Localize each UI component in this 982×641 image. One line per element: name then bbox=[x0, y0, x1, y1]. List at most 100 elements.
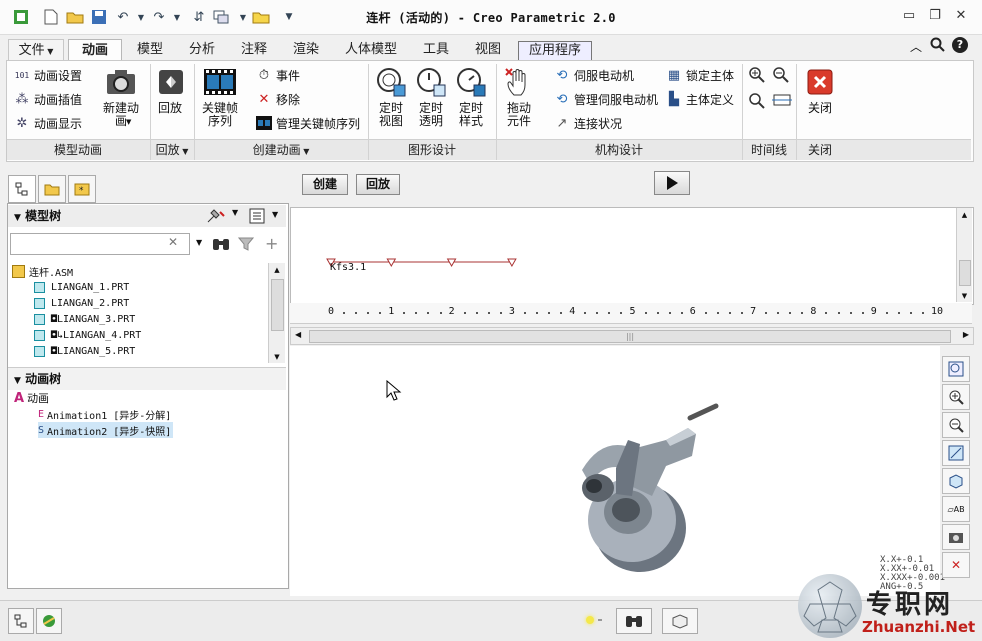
playback-button[interactable]: 回放 bbox=[154, 66, 186, 115]
tree-part-row[interactable]: ◘LIANGAN_5.PRT bbox=[12, 343, 274, 359]
keyframe-sequence-button[interactable]: 关键帧 序列 bbox=[198, 66, 242, 128]
connection-status-button[interactable]: ↗ 连接状况 bbox=[554, 113, 622, 133]
timeline-zoom-in-icon[interactable] bbox=[748, 66, 766, 87]
scrollbar-thumb[interactable]: ||| bbox=[309, 330, 951, 343]
new-animation-button[interactable]: 新建动 画 ▼ bbox=[98, 66, 144, 128]
manage-servo-motor-button[interactable]: ⟲ 管理伺服电动机 bbox=[554, 89, 658, 109]
animation-item-1[interactable]: E Animation1 [异步-分解] bbox=[38, 406, 171, 422]
animation-display-button[interactable]: ✲ 动画显示 bbox=[14, 113, 82, 133]
show-navigator-button[interactable] bbox=[8, 608, 34, 634]
tab-animation[interactable]: 动画 bbox=[68, 39, 122, 61]
tree-settings-dropdown-icon[interactable]: ▼ bbox=[232, 208, 238, 217]
close-animation-button[interactable]: 关闭 bbox=[802, 66, 838, 115]
remove-button[interactable]: ✕ 移除 bbox=[256, 89, 300, 109]
restore-button[interactable]: ❐ bbox=[924, 6, 946, 26]
close-button[interactable]: ✕ bbox=[950, 6, 972, 26]
saved-orientations-button[interactable]: ▱AB bbox=[942, 496, 970, 522]
refit-view-button[interactable] bbox=[942, 356, 970, 382]
tab-view[interactable]: 视图 bbox=[466, 39, 510, 60]
drag-components-button[interactable]: 拖动 元件 bbox=[500, 66, 538, 128]
body-definition-button[interactable]: ▙ 主体定义 bbox=[666, 89, 734, 109]
tab-render[interactable]: 渲染 bbox=[284, 39, 328, 60]
show-browser-button[interactable] bbox=[36, 608, 62, 634]
tree-part-row[interactable]: ◘LIANGAN_3.PRT bbox=[12, 311, 274, 327]
body-definition-label: 主体定义 bbox=[686, 92, 735, 107]
create-button[interactable]: 创建 bbox=[302, 174, 348, 195]
event-button[interactable]: ⏱ 事件 bbox=[256, 65, 300, 85]
ruler-minor-tick bbox=[680, 312, 683, 314]
timeline-zoom-out-icon[interactable] bbox=[772, 66, 790, 87]
ruler-minor-tick bbox=[777, 312, 780, 314]
tab-applications[interactable]: 应用程序 bbox=[518, 41, 592, 61]
model-tree-scrollbar[interactable]: ▲ ▼ bbox=[268, 263, 285, 363]
clear-search-icon[interactable]: ✕ bbox=[168, 235, 178, 249]
tree-part-row[interactable]: LIANGAN_1.PRT bbox=[12, 279, 274, 295]
model-tree-tab[interactable] bbox=[8, 175, 36, 203]
timed-view-button[interactable]: 定时 视图 bbox=[372, 66, 410, 128]
folder-browser-tab[interactable] bbox=[38, 175, 66, 203]
timed-transparency-button[interactable]: 定时 透明 bbox=[412, 66, 450, 128]
group-label-create-animation[interactable]: 创建动画 ▼ bbox=[194, 141, 368, 159]
datum-display-button[interactable]: ✕ bbox=[942, 552, 970, 578]
view-manager-button[interactable] bbox=[942, 524, 970, 550]
search-icon[interactable] bbox=[930, 37, 946, 56]
minimize-button[interactable]: ▭ bbox=[898, 6, 920, 26]
playback-label: 回放 bbox=[157, 101, 182, 115]
scroll-right-icon[interactable]: ▶ bbox=[963, 330, 969, 339]
scroll-up-icon[interactable]: ▲ bbox=[269, 266, 285, 274]
timeline-zoom-fit-icon[interactable] bbox=[748, 92, 766, 113]
timeline-refit-icon[interactable] bbox=[772, 92, 792, 111]
tree-root-asm[interactable]: 连杆.ASM bbox=[12, 263, 274, 279]
manage-keyframe-sequence-button[interactable]: 管理关键帧序列 bbox=[256, 113, 360, 133]
tree-part-row[interactable]: ◘↳LIANGAN_4.PRT bbox=[12, 327, 274, 343]
tree-root-label: 连杆.ASM bbox=[29, 267, 74, 279]
scroll-down-icon[interactable]: ▼ bbox=[269, 353, 285, 361]
lock-body-button[interactable]: ▦ 锁定主体 bbox=[666, 65, 734, 85]
scrollbar-thumb[interactable] bbox=[271, 279, 284, 331]
ruler-minor-tick bbox=[656, 312, 659, 314]
filter-icon[interactable] bbox=[237, 236, 255, 255]
collapse-icon[interactable]: ▼ bbox=[14, 376, 21, 386]
zoom-out-button[interactable] bbox=[942, 412, 970, 438]
binoculars-icon[interactable] bbox=[212, 236, 230, 255]
show-dropdown-icon[interactable]: ▼ bbox=[272, 210, 278, 219]
selection-filter-button[interactable] bbox=[662, 608, 698, 634]
timeline-vscrollbar[interactable]: ▲ ▼ bbox=[956, 208, 972, 302]
collapse-icon[interactable]: ▼ bbox=[14, 213, 21, 223]
repaint-button[interactable] bbox=[942, 440, 970, 466]
servo-motor-button[interactable]: ⟲ 伺服电动机 bbox=[554, 65, 634, 85]
tab-annotate[interactable]: 注释 bbox=[232, 39, 276, 60]
search-history-dropdown-icon[interactable]: ▼ bbox=[196, 238, 202, 247]
tree-settings-icon[interactable] bbox=[206, 208, 230, 227]
keyframe-sequence-track[interactable] bbox=[290, 250, 950, 280]
collapse-ribbon-icon[interactable]: ︿ bbox=[910, 38, 922, 55]
playback-small-button[interactable]: 回放 bbox=[356, 174, 400, 195]
scroll-up-icon[interactable]: ▲ bbox=[957, 211, 972, 219]
tab-manikin[interactable]: 人体模型 bbox=[336, 39, 406, 60]
scroll-left-icon[interactable]: ◀ bbox=[295, 330, 301, 339]
scrollbar-thumb[interactable] bbox=[959, 260, 971, 286]
assembly-3d-model[interactable] bbox=[570, 400, 730, 580]
favorites-tab[interactable]: * bbox=[68, 175, 96, 203]
display-style-button[interactable] bbox=[942, 468, 970, 494]
group-label-playback[interactable]: 回放 ▼ bbox=[150, 141, 194, 159]
add-icon[interactable]: + bbox=[265, 234, 278, 253]
play-button[interactable] bbox=[654, 171, 690, 195]
tree-part-row[interactable]: LIANGAN_2.PRT bbox=[12, 295, 274, 311]
help-icon[interactable]: ? bbox=[952, 37, 968, 53]
tab-tools[interactable]: 工具 bbox=[414, 39, 458, 60]
timed-style-button[interactable]: 定时 样式 bbox=[452, 66, 490, 128]
tab-file[interactable]: 文件 ▼ bbox=[8, 39, 64, 62]
animation-setup-button[interactable]: 101 动画设置 bbox=[14, 65, 82, 85]
animation-interpolate-button[interactable]: ⁂ 动画插值 bbox=[14, 89, 83, 109]
timeline-hscrollbar[interactable]: ◀ ||| ▶ bbox=[290, 327, 974, 345]
zoom-in-button[interactable] bbox=[942, 384, 970, 410]
find-button[interactable] bbox=[616, 608, 652, 634]
animation-item-2-selected[interactable]: S Animation2 [异步-快照] bbox=[38, 422, 174, 438]
tab-analysis[interactable]: 分析 bbox=[180, 39, 224, 60]
tab-model[interactable]: 模型 bbox=[128, 39, 172, 60]
show-icon[interactable] bbox=[248, 207, 266, 228]
scroll-down-icon[interactable]: ▼ bbox=[957, 292, 972, 300]
animation-tree-root[interactable]: A 动画 bbox=[14, 390, 49, 406]
model-tree-search-input[interactable] bbox=[10, 233, 190, 255]
